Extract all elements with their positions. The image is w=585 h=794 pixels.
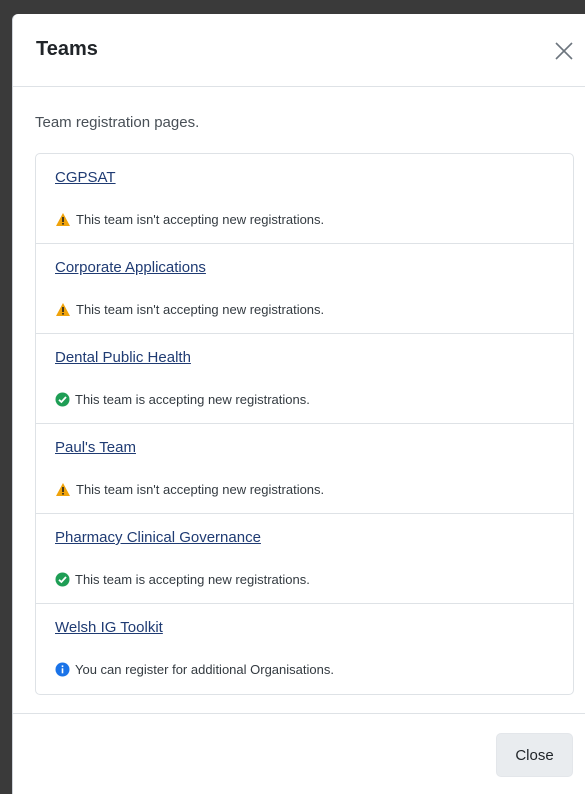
team-status: This team isn't accepting new registrati… [55,482,324,497]
intro-text: Team registration pages. [35,114,200,131]
team-status-message: This team is accepting new registrations… [75,572,310,587]
team-list-item: CGPSAT This team isn't accepting new regi… [36,154,573,244]
team-link[interactable]: Pharmacy Clinical Governance [55,529,261,546]
team-status-message: You can register for additional Organisa… [75,662,334,677]
warning-icon [56,483,70,496]
modal-title: Teams [36,38,98,60]
team-link[interactable]: CGPSAT [55,169,116,186]
team-status: This team isn't accepting new registrati… [55,212,324,227]
team-link[interactable]: Dental Public Health [55,349,191,366]
close-icon[interactable] [553,40,575,62]
modal-header: Teams [13,14,585,87]
team-list-item: Dental Public Health This team is accepti… [36,334,573,424]
team-status: This team is accepting new registrations… [55,392,310,407]
team-link[interactable]: Welsh IG Toolkit [55,619,163,636]
team-list-item: Paul's Team This team isn't accepting new… [36,424,573,514]
info-icon [55,662,70,677]
warning-icon [56,213,70,226]
team-status: You can register for additional Organisa… [55,662,334,677]
team-status: This team isn't accepting new registrati… [55,302,324,317]
team-status-message: This team is accepting new registrations… [75,392,310,407]
team-status: This team is accepting new registrations… [55,572,310,587]
team-status-message: This team isn't accepting new registrati… [76,302,325,317]
check-circle-icon [55,572,70,587]
check-circle-icon [55,392,70,407]
warning-icon [56,303,70,316]
close-button[interactable]: Close [496,733,573,777]
team-link[interactable]: Corporate Applications [55,259,206,276]
modal-footer: Close [13,713,585,794]
team-link[interactable]: Paul's Team [55,439,136,456]
team-list-item: Pharmacy Clinical Governance This team is… [36,514,573,604]
team-status-message: This team isn't accepting new registrati… [76,482,325,497]
team-status-message: This team isn't accepting new registrati… [76,212,325,227]
teams-modal: Teams Team registration pages. CGPSAT Thi… [12,14,585,794]
team-list-item: Corporate Applications This team isn't ac… [36,244,573,334]
team-list: CGPSAT This team isn't accepting new regi… [35,153,574,695]
team-list-item: Welsh IG Toolkit You can register for add… [36,604,573,694]
